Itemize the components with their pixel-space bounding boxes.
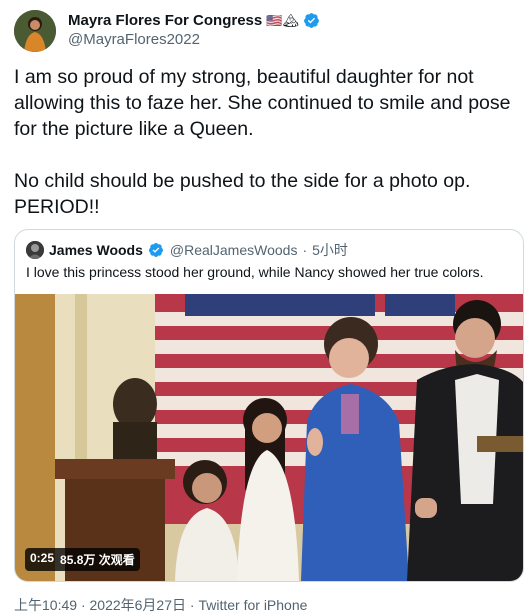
- quoted-author-name[interactable]: James Woods: [49, 242, 143, 258]
- tweet-source[interactable]: Twitter for iPhone: [198, 597, 307, 613]
- tweet-text: I am so proud of my strong, beautiful da…: [14, 66, 511, 218]
- verified-badge-icon: [303, 12, 320, 29]
- video-stats-badge: 0:25 85.8万 次观看: [25, 548, 140, 571]
- quoted-verified-badge-icon: [148, 242, 165, 259]
- author-name-row[interactable]: Mayra Flores For Congress 🇺🇸🏔: [68, 12, 320, 29]
- quoted-time[interactable]: 5小时: [312, 240, 348, 260]
- tweet-timestamp: 上午10:49 · 2022年6月27日 · Twitter for iPhon…: [14, 595, 307, 615]
- quoted-tweet-text: I love this princess stood her ground, w…: [26, 264, 484, 280]
- timestamp-separator-2: ·: [189, 597, 195, 613]
- quoted-tweet[interactable]: James Woods @RealJamesWoods · 5小时 I love…: [14, 229, 524, 582]
- video-duration: 0:25: [30, 551, 55, 565]
- timestamp-separator: ·: [80, 597, 86, 613]
- tweet-header: Mayra Flores For Congress 🇺🇸🏔 @MayraFlor…: [14, 9, 524, 53]
- quoted-author-handle[interactable]: @RealJamesWoods: [170, 242, 298, 258]
- video-view-count: 85.8万 次观看: [60, 553, 135, 567]
- tweet-date[interactable]: 2022年6月27日: [90, 597, 187, 613]
- quoted-meta-separator: ·: [302, 242, 308, 258]
- author-flags: 🇺🇸🏔: [266, 12, 299, 28]
- video-player[interactable]: 0:25 85.8万 次观看: [15, 294, 523, 581]
- video-frame: [15, 294, 523, 581]
- author-avatar[interactable]: [14, 10, 56, 52]
- quoted-author-avatar[interactable]: [26, 241, 44, 259]
- author-handle[interactable]: @MayraFlores2022: [68, 31, 200, 48]
- quoted-tweet-header: James Woods @RealJamesWoods · 5小时: [26, 240, 348, 260]
- tweet-time[interactable]: 上午10:49: [14, 597, 77, 613]
- author-name[interactable]: Mayra Flores For Congress: [68, 12, 262, 29]
